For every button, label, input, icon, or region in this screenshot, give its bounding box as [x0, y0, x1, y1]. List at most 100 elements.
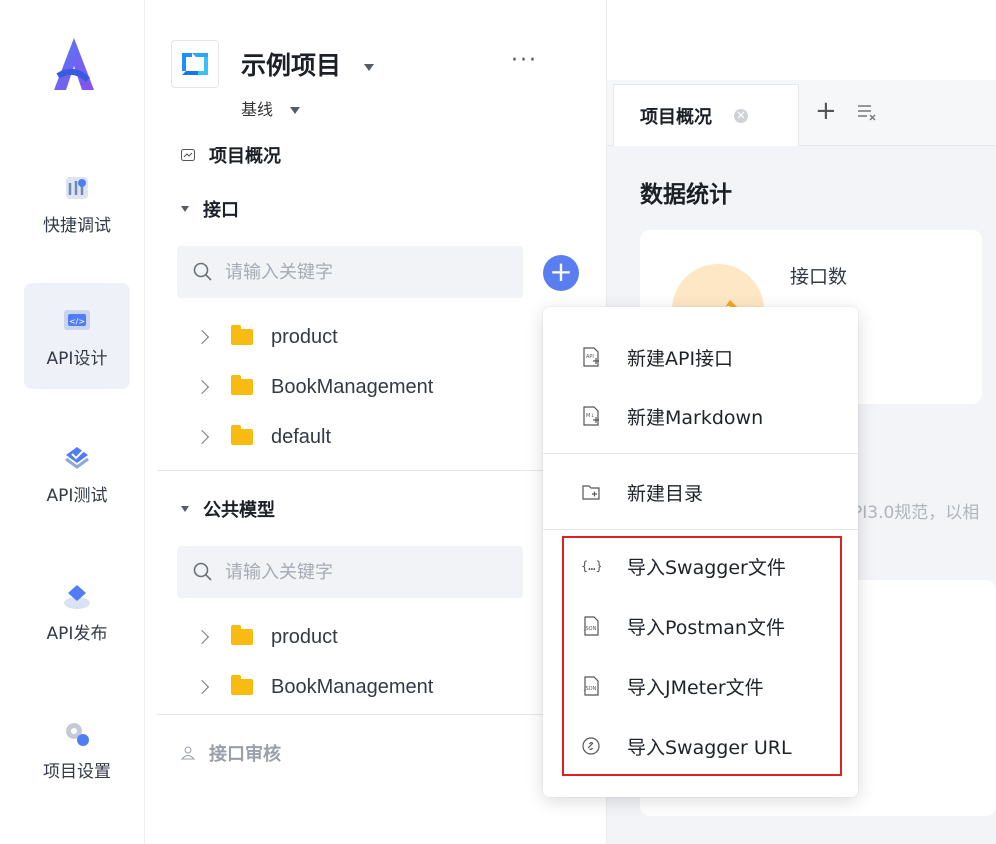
rail-item-label: 项目设置	[43, 761, 111, 782]
chevron-right-icon	[194, 379, 210, 395]
chevron-right-icon	[194, 329, 210, 345]
folder-icon	[231, 675, 253, 695]
folder-label: default	[271, 425, 332, 448]
interface-search-box	[177, 246, 523, 298]
tree-item-review[interactable]: 接口审核	[181, 740, 281, 766]
menu-item-new-api[interactable]: API 新建API接口	[543, 329, 858, 385]
project-selector[interactable]: 示例项目	[241, 46, 374, 82]
stat-label: 接口数	[790, 266, 848, 288]
menu-item-label: 新建Markdown	[627, 406, 764, 429]
menu-item-import-swagger-url[interactable]: 导入Swagger URL	[543, 718, 858, 774]
add-button[interactable]: +	[543, 255, 579, 291]
folder-icon	[231, 375, 253, 395]
add-dropdown-menu: API 新建API接口 M↓ 新建Markdown 新建目录 {…} 导入Swa…	[543, 307, 858, 797]
new-markdown-icon: M↓	[583, 406, 599, 426]
folder-label: BookManagement	[271, 375, 434, 398]
menu-item-new-folder[interactable]: 新建目录	[543, 464, 858, 520]
menu-item-label: 导入Postman文件	[627, 616, 785, 639]
baseline-label: 基线	[241, 100, 274, 119]
more-options-button[interactable]: ···	[511, 48, 538, 73]
rail-item-api-design[interactable]: </> API设计	[24, 283, 130, 389]
rail-item-api-test[interactable]: API测试	[24, 420, 130, 526]
folder-icon	[231, 325, 253, 345]
rail-item-label: API测试	[46, 485, 108, 506]
api-test-icon	[65, 446, 89, 469]
api-design-icon: </>	[64, 309, 90, 330]
tab-overview[interactable]: 项目概况 ✕	[613, 84, 799, 146]
tree-section-models[interactable]: 公共模型	[181, 496, 275, 522]
folder-label: BookManagement	[271, 675, 434, 698]
jmeter-file-icon: JSON	[583, 676, 599, 696]
left-rail: 快捷调试 </> API设计 API测试 API发布 项目设置	[0, 0, 145, 844]
folder-row[interactable]: BookManagement	[194, 371, 434, 403]
folder-row[interactable]: product	[194, 321, 338, 353]
chevron-right-icon	[194, 629, 210, 645]
folder-row[interactable]: product	[194, 621, 338, 653]
folder-label: product	[271, 325, 338, 348]
rail-item-label: 快捷调试	[43, 215, 111, 236]
folder-row[interactable]: BookManagement	[194, 671, 434, 703]
tree-section-interfaces[interactable]: 接口	[181, 196, 239, 222]
rail-item-quick-debug[interactable]: 快捷调试	[24, 150, 130, 256]
menu-item-import-postman-file[interactable]: JSON 导入Postman文件	[543, 598, 858, 654]
section-title: 接口	[203, 200, 239, 221]
chevron-right-icon	[194, 679, 210, 695]
menu-item-import-jmeter-file[interactable]: JSON 导入JMeter文件	[543, 658, 858, 714]
folder-label: product	[271, 625, 338, 648]
menu-item-label: 导入Swagger URL	[627, 736, 792, 759]
chart-icon	[181, 149, 195, 161]
new-api-icon: API	[583, 347, 599, 367]
menu-item-label: 导入JMeter文件	[627, 676, 764, 699]
svg-text:JSON: JSON	[583, 686, 597, 692]
user-review-icon	[181, 746, 195, 760]
svg-text:JSON: JSON	[583, 626, 597, 632]
rail-item-settings[interactable]: 项目设置	[24, 696, 130, 802]
settings-icon	[66, 722, 89, 746]
link-icon	[582, 737, 600, 755]
tree-item-overview[interactable]: 项目概况	[181, 142, 281, 168]
baseline-selector[interactable]: 基线	[241, 96, 301, 120]
add-tab-button[interactable]: +	[815, 96, 837, 126]
review-label: 接口审核	[209, 744, 281, 765]
chevron-down-icon	[290, 107, 301, 114]
svg-text:</>: </>	[69, 317, 85, 326]
description-text: PI3.0规范，以相	[852, 503, 980, 523]
model-search-input[interactable]	[225, 561, 505, 583]
section-title: 数据统计	[640, 182, 732, 208]
rail-item-label: API设计	[46, 348, 108, 369]
chevron-down-icon	[363, 63, 374, 71]
menu-item-new-markdown[interactable]: M↓ 新建Markdown	[543, 388, 858, 444]
menu-item-label: 新建API接口	[627, 347, 734, 370]
close-icon[interactable]: ✕	[734, 108, 748, 123]
menu-item-label: 新建目录	[627, 482, 704, 505]
collapse-caret-icon	[181, 206, 189, 212]
overview-label: 项目概况	[209, 146, 281, 167]
folder-row[interactable]: default	[194, 421, 332, 453]
collapse-caret-icon	[181, 506, 189, 512]
folder-icon	[231, 425, 253, 445]
tab-label: 项目概况	[640, 106, 712, 128]
rail-item-api-publish[interactable]: API发布	[24, 558, 130, 664]
api-publish-icon	[64, 584, 90, 609]
interface-search-input[interactable]	[225, 261, 505, 283]
project-logo-icon	[182, 53, 208, 75]
project-logo	[171, 40, 219, 88]
swagger-file-icon: {…}	[581, 559, 601, 573]
menu-item-label: 导入Swagger文件	[627, 556, 786, 579]
postman-file-icon: JSON	[583, 616, 599, 636]
divider	[157, 470, 607, 471]
folder-icon	[231, 625, 253, 645]
search-icon	[193, 562, 212, 581]
new-folder-icon	[582, 485, 600, 500]
debug-icon	[66, 176, 88, 199]
chevron-right-icon	[194, 429, 210, 445]
svg-text:API: API	[586, 354, 594, 360]
list-close-icon[interactable]	[857, 104, 877, 122]
tab-bar: 项目概况 ✕ +	[607, 80, 996, 146]
project-title: 示例项目	[241, 51, 342, 80]
search-icon	[193, 262, 212, 281]
menu-item-import-swagger-file[interactable]: {…} 导入Swagger文件	[543, 538, 858, 594]
svg-text:M↓: M↓	[586, 413, 595, 419]
divider	[157, 714, 607, 715]
menu-divider	[543, 453, 858, 454]
